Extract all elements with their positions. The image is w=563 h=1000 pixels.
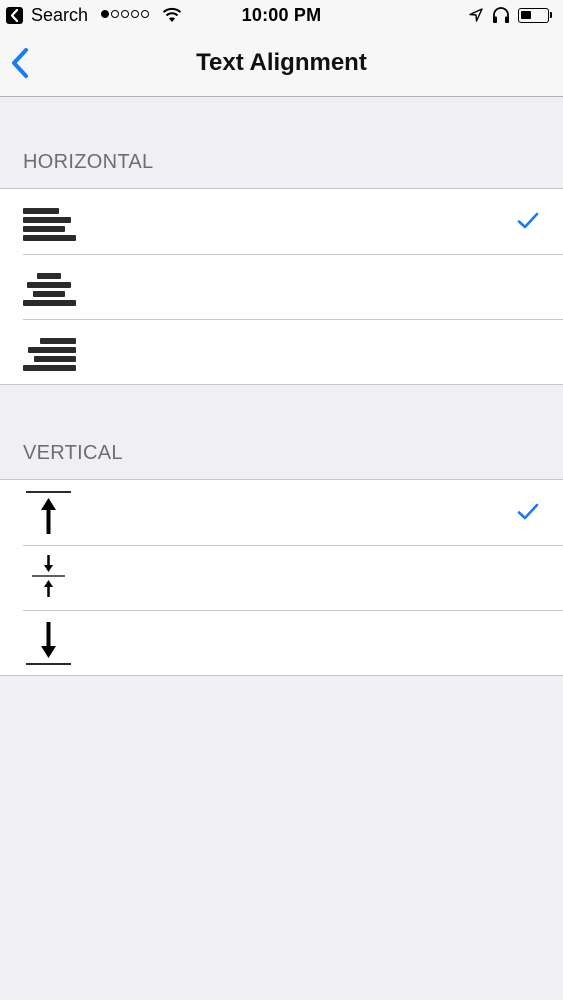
battery-icon: [518, 8, 549, 23]
battery-level-fill: [521, 11, 531, 19]
align-right-icon: [23, 338, 76, 371]
option-align-center[interactable]: [0, 254, 563, 319]
option-align-left[interactable]: [0, 189, 563, 254]
checkmark-icon: [517, 503, 539, 520]
status-bar: Search 10:00 PM: [0, 0, 563, 32]
location-arrow-icon: [469, 8, 483, 22]
vertical-alignment-group: [0, 479, 563, 676]
headphones-icon: [493, 7, 509, 23]
align-middle-icon: [32, 555, 65, 597]
section-header-horizontal: HORIZONTAL: [23, 151, 154, 173]
option-align-bottom[interactable]: [0, 610, 563, 675]
align-left-icon: [23, 208, 76, 241]
page-title: Text Alignment: [196, 49, 367, 76]
align-bottom-icon: [26, 622, 71, 665]
navigation-bar: Text Alignment: [0, 32, 563, 97]
option-align-right[interactable]: [0, 319, 563, 384]
battery-tip: [550, 12, 552, 18]
align-top-icon: [26, 491, 71, 534]
horizontal-alignment-group: [0, 188, 563, 385]
checkmark-icon: [517, 212, 539, 229]
option-align-middle[interactable]: [0, 545, 563, 610]
align-center-icon: [23, 273, 76, 306]
section-header-vertical: VERTICAL: [23, 442, 123, 464]
option-align-top[interactable]: [0, 480, 563, 545]
